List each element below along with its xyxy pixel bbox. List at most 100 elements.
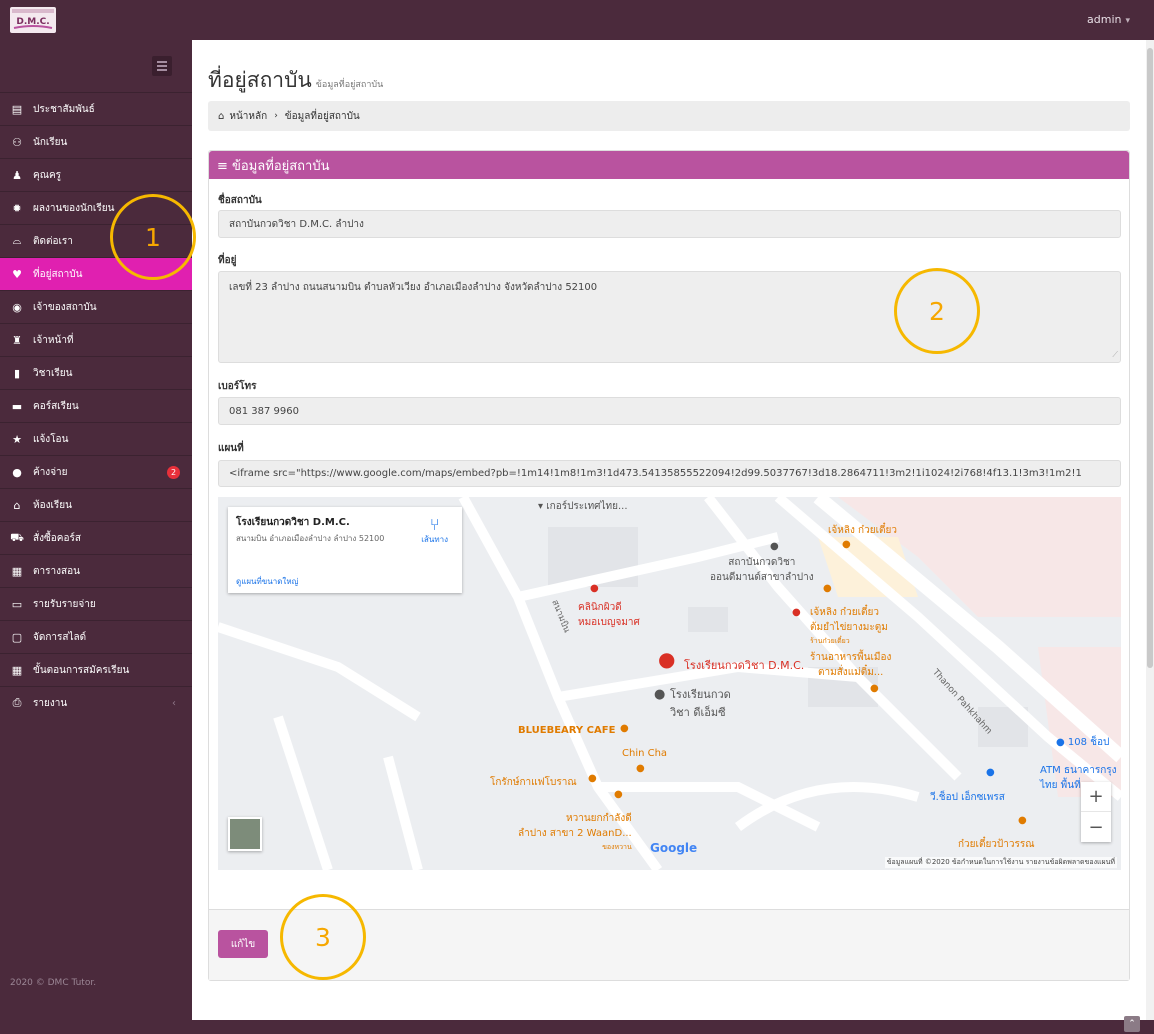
larger-map-link[interactable]: ดูแผนที่ขนาดใหญ่: [236, 575, 298, 588]
map-poi[interactable]: ● 108 ช็อป: [1056, 735, 1109, 750]
sidebar-item-label: ที่อยู่สถาบัน: [33, 268, 83, 280]
gear-icon: ✹: [12, 201, 22, 215]
print-icon: ⎙: [12, 696, 22, 709]
map-poi[interactable]: โรงเรียนกวด วิชา ดีเอ็มซี: [670, 685, 731, 721]
map-poi[interactable]: วี.ช็อป เอ็กซเพรส: [930, 790, 1005, 805]
shop-marker-icon[interactable]: ●: [986, 767, 995, 778]
newspaper-icon: ▤: [11, 102, 23, 116]
sidebar-item[interactable]: ♜ เจ้าหน้าที่: [0, 323, 192, 356]
scrollbar-thumb[interactable]: [1147, 48, 1153, 668]
money-icon: ▭: [11, 597, 23, 611]
chevron-down-icon: ▾: [1125, 16, 1130, 26]
sidebar-item[interactable]: ♟ คุณครู: [0, 158, 192, 191]
map-poi[interactable]: BLUEBEARY CAFE: [518, 725, 615, 736]
map-poi[interactable]: หวานยกกำลังดี ลำปาง สาขา 2 WaanD... ของหวา…: [518, 811, 632, 853]
card-address: สนามบิน อำเภอเมืองลำปาง ลำปาง 52100: [236, 534, 385, 543]
sidebar-item[interactable]: ⚇ นักเรียน: [0, 125, 192, 158]
map-poi-label: ต้มยำไข่ยางมะตูม: [810, 622, 888, 633]
sidebar-item-label: คุณครู: [33, 169, 62, 181]
page-title-text: ที่อยู่สถาบัน: [208, 68, 312, 92]
sidebar-item[interactable]: ▤ ประชาสัมพันธ์: [0, 92, 192, 125]
food-marker-icon[interactable]: ●: [614, 789, 623, 800]
user-icon: ♟: [12, 168, 22, 182]
shop-marker-icon[interactable]: ●: [792, 607, 801, 618]
main-content: ที่อยู่สถาบัน ข้อมูลที่อยู่สถาบัน ⌂ หน้าห…: [192, 40, 1146, 1020]
page-title: ที่อยู่สถาบัน ข้อมูลที่อยู่สถาบัน: [208, 64, 383, 97]
sidebar-item[interactable]: ▭ รายรับรายจ่าย: [0, 587, 192, 620]
map-poi[interactable]: คลินิกผิวดี หมอเบญจมาศ: [578, 600, 640, 630]
clinic-marker-icon[interactable]: ●: [590, 583, 599, 594]
phone-field[interactable]: 081 387 9960: [218, 397, 1121, 425]
sidebar-item[interactable]: ⎙ รายงาน ‹: [0, 686, 192, 719]
directions-label: เส้นทาง: [421, 535, 448, 544]
map-poi-label: ร้านอาหารพื้นเมือง: [810, 652, 892, 663]
sidebar-menu: ▤ ประชาสัมพันธ์ ⚇ นักเรียน ♟ คุณครู ✹ ผลงานของน…: [0, 92, 192, 719]
food-marker-icon[interactable]: ●: [842, 539, 851, 550]
map-poi[interactable]: เจ้หลิง ก๋วยเตี๋ยว: [828, 523, 897, 538]
map-poi[interactable]: ก๋วยเตี๋ยวป้าวรรณ: [958, 837, 1035, 852]
file-icon: ▮: [13, 366, 21, 380]
map-poi[interactable]: ร้านอาหารพื้นเมือง ตามสั่งแม่ติ๋ม...: [810, 650, 891, 680]
zoom-out-button[interactable]: −: [1081, 812, 1111, 842]
resize-handle-icon[interactable]: ⟋: [1112, 350, 1118, 360]
breadcrumb-home[interactable]: หน้าหลัก: [229, 109, 267, 124]
sidebar-item[interactable]: ◉ เจ้าของสถาบัน: [0, 290, 192, 323]
map-poi-label: ลำปาง สาขา 2 WaanD...: [518, 828, 632, 839]
sidebar-item[interactable]: ● ค้างจ่าย 2: [0, 455, 192, 488]
sidebar-item[interactable]: ★ แจ้งโอน: [0, 422, 192, 455]
home-icon[interactable]: ⌂: [218, 111, 224, 122]
sidebar-item-label: รายรับรายจ่าย: [33, 598, 96, 610]
map-poi-label: ATM ธนาคารกรุง: [1040, 765, 1117, 776]
dmc-logo[interactable]: D.M.C.: [8, 6, 58, 34]
sidebar-item-label: ห้องเรียน: [33, 499, 72, 511]
food-marker-icon[interactable]: ●: [823, 583, 832, 594]
info-icon: ●: [12, 465, 22, 479]
map-poi[interactable]: ▾ เกอร์ประเทศไทย...: [538, 499, 628, 514]
satellite-toggle-button[interactable]: [228, 817, 262, 851]
sidebar-item[interactable]: ▢ จัดการสไลด์: [0, 620, 192, 653]
pin-marker-icon[interactable]: ●: [654, 687, 665, 702]
sidebar-item-label: ผลงานของนักเรียน: [33, 202, 115, 214]
location-pin-icon[interactable]: ●: [658, 647, 675, 671]
directions-button[interactable]: ⑂ เส้นทาง: [421, 517, 448, 546]
sidebar-item[interactable]: ⌂ ห้องเรียน: [0, 488, 192, 521]
sidebar-item[interactable]: ▮ วิชาเรียน: [0, 356, 192, 389]
map-poi[interactable]: สถาบันกวดวิชา ออนดีมานด์สาขาลำปาง: [710, 555, 814, 585]
cafe-marker-icon[interactable]: ●: [588, 773, 597, 784]
vertical-scrollbar[interactable]: [1146, 40, 1154, 1020]
map-attribution[interactable]: ข้อมูลแผนที่ ©2020 ข้อกำหนดในการใช้งาน ร…: [884, 857, 1117, 868]
chevron-left-icon: ‹: [172, 697, 176, 709]
edit-button[interactable]: แก้ไข: [218, 930, 268, 958]
phone-label: เบอร์โทร: [218, 381, 257, 392]
sidebar-item-label: ขั้นตอนการสมัครเรียน: [33, 664, 130, 676]
book-icon: ▬: [11, 399, 23, 413]
map-poi[interactable]: เจ้หลิง ก๋วยเตี๋ยว ต้มยำไข่ยางมะตูม ร้านก๋…: [810, 605, 888, 647]
desktop-icon: ▢: [11, 630, 23, 644]
zoom-in-button[interactable]: +: [1081, 782, 1111, 812]
sidebar-item[interactable]: ⛟ สั่งซื้อคอร์ส: [0, 521, 192, 554]
sidebar-item[interactable]: ▦ ขั้นตอนการสมัครเรียน: [0, 653, 192, 686]
scroll-top-icon[interactable]: ⌃: [1124, 1016, 1140, 1032]
cafe-marker-icon[interactable]: ●: [620, 723, 629, 734]
pin-marker-icon[interactable]: ●: [770, 541, 779, 552]
sidebar-item-label: ประชาสัมพันธ์: [33, 103, 95, 115]
map-poi[interactable]: โกรักษ์กาแฟโบราณ: [490, 775, 577, 790]
cafe-marker-icon[interactable]: ●: [636, 763, 645, 774]
map-embed-field[interactable]: <iframe src="https://www.google.com/maps…: [218, 460, 1121, 487]
sidebar-item[interactable]: ▦ ตารางสอน: [0, 554, 192, 587]
user-menu[interactable]: admin ▾: [1087, 13, 1130, 26]
sidebar-item[interactable]: ▬ คอร์สเรียน: [0, 389, 192, 422]
cart-icon: ⛟: [10, 530, 24, 544]
address-textarea[interactable]: เลขที่ 23 ลำปาง ถนนสนามบิน ตำบลหัวเวียง …: [218, 271, 1121, 363]
user-name: admin: [1087, 13, 1122, 26]
food-marker-icon[interactable]: ●: [870, 683, 879, 694]
map-poi[interactable]: Chin Cha: [622, 748, 667, 759]
name-field[interactable]: สถาบันกวดวิชา D.M.C. ลำปาง: [218, 210, 1121, 238]
map-poi-main[interactable]: โรงเรียนกวดวิชา D.M.C.: [684, 656, 804, 674]
food-marker-icon[interactable]: ●: [1018, 815, 1027, 826]
map-poi-label: ออนดีมานด์สาขาลำปาง: [710, 572, 814, 583]
sidebar-toggle-button[interactable]: [152, 56, 172, 76]
embedded-map[interactable]: โรงเรียนกวดวิชา D.M.C. สนามบิน อำเภอเมือ…: [218, 497, 1121, 870]
map-label: แผนที่: [218, 443, 244, 454]
table-icon: ▦: [11, 663, 23, 677]
